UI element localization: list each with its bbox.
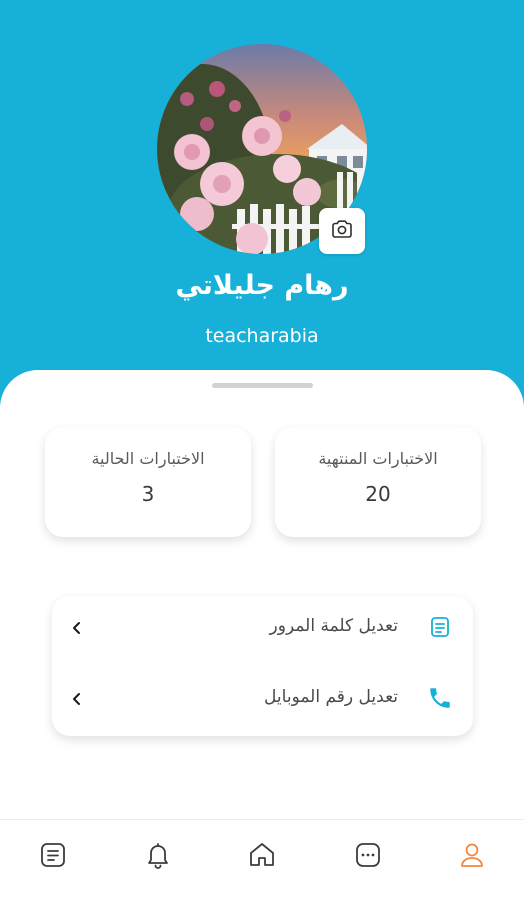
chevron-left-icon <box>70 689 84 709</box>
edit-mobile-row[interactable]: تعديل رقم الموبايل <box>52 669 473 729</box>
edit-password-row[interactable]: تعديل كلمة المرور <box>52 598 473 658</box>
settings-menu: تعديل كلمة المرور تعديل رقم الموبايل <box>52 596 473 736</box>
nav-profile[interactable] <box>457 840 487 870</box>
finished-tests-label: الاختبارات المنتهية <box>318 449 438 468</box>
finished-tests-count: 20 <box>365 482 391 506</box>
nav-notifications[interactable] <box>143 840 173 870</box>
edit-mobile-label: تعديل رقم الموبايل <box>264 687 398 707</box>
phone-icon <box>427 685 453 711</box>
current-tests-count: 3 <box>141 482 155 506</box>
change-photo-button[interactable] <box>319 208 365 254</box>
bell-icon <box>143 843 173 874</box>
document-icon <box>427 614 453 640</box>
chevron-left-icon <box>70 618 84 638</box>
home-icon <box>247 843 277 874</box>
chat-icon <box>353 843 383 874</box>
sheet-grabber[interactable] <box>212 383 313 388</box>
current-tests-label: الاختبارات الحالية <box>91 449 205 468</box>
nav-home[interactable] <box>247 840 277 870</box>
camera-icon <box>330 217 354 245</box>
nav-messages[interactable] <box>353 840 383 870</box>
profile-username: teacharabia <box>205 325 319 347</box>
user-icon <box>457 843 487 874</box>
bottom-navigation <box>0 820 524 900</box>
document-icon <box>38 843 68 874</box>
avatar-container <box>157 44 367 254</box>
edit-password-label: تعديل كلمة المرور <box>269 616 398 636</box>
profile-name: رهام جليلاتي <box>175 270 349 301</box>
finished-tests-card[interactable]: الاختبارات المنتهية 20 <box>275 427 481 537</box>
current-tests-card[interactable]: الاختبارات الحالية 3 <box>45 427 251 537</box>
nav-tests[interactable] <box>38 840 68 870</box>
